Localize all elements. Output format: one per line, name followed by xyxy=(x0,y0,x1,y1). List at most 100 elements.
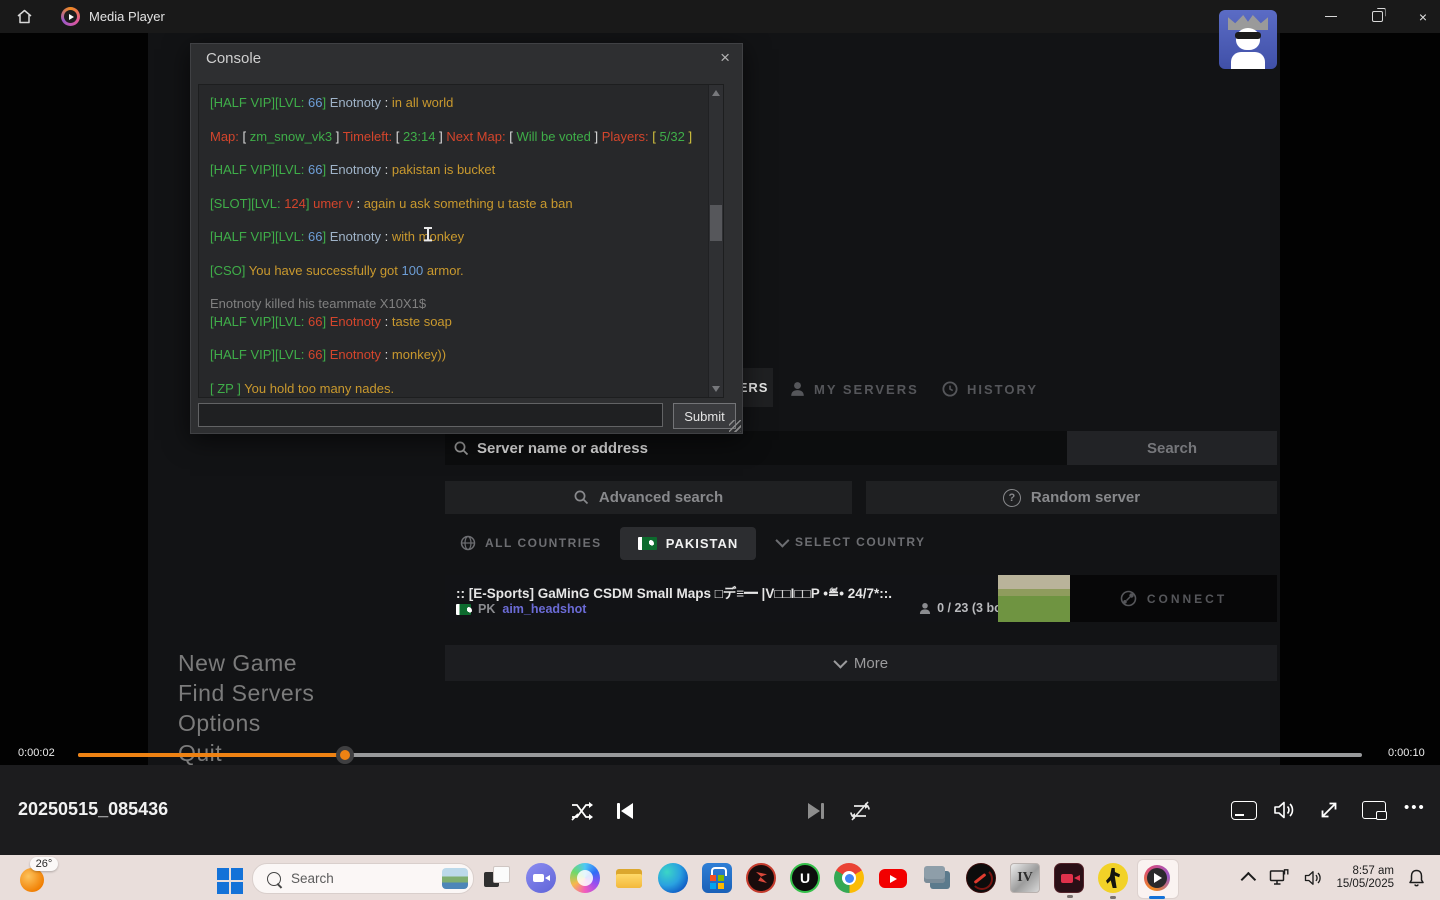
console-segment: Enotnoty xyxy=(330,229,381,244)
tab-history-label: HISTORY xyxy=(967,382,1038,397)
captions-button[interactable] xyxy=(1231,801,1257,820)
taskbar-icon-screen-recorder[interactable] xyxy=(1054,863,1084,893)
console-segment: pakistan is bucket xyxy=(392,162,495,177)
taskbar-search[interactable]: Search xyxy=(252,863,474,894)
more-button[interactable]: More xyxy=(445,645,1277,681)
server-row[interactable]: :: [E-Sports] GaMinG CSDM Small Maps □デ≡… xyxy=(445,575,1277,622)
scroll-up-icon[interactable] xyxy=(712,90,720,96)
taskbar-icon-chat[interactable] xyxy=(526,863,556,893)
weather-widget[interactable] xyxy=(20,868,44,892)
select-country-dropdown[interactable]: SELECT COUNTRY xyxy=(776,535,926,549)
select-country-label: SELECT COUNTRY xyxy=(795,535,926,549)
server-country-code: PK xyxy=(478,602,495,616)
console-output: [HALF VIP][LVL: 66] Enotnoty : in all wo… xyxy=(198,84,724,398)
console-segment: ] xyxy=(323,347,330,362)
taskbar-icon-copilot[interactable] xyxy=(570,863,600,893)
repeat-off-button[interactable] xyxy=(846,798,874,824)
console-input[interactable] xyxy=(198,403,663,427)
console-segment: 100 xyxy=(402,263,424,278)
start-button[interactable] xyxy=(217,868,243,894)
avatar-sunglasses xyxy=(1235,32,1261,39)
taskbar-icon-edge[interactable] xyxy=(658,863,688,893)
tray-volume-icon[interactable] xyxy=(1303,868,1323,888)
tab-history[interactable]: HISTORY xyxy=(942,381,1038,397)
network-icon[interactable] xyxy=(1269,868,1290,888)
steam-icon xyxy=(1120,590,1137,607)
taskbar-icon-youtube[interactable] xyxy=(878,863,908,893)
server-map-name[interactable]: aim_headshot xyxy=(502,602,586,616)
console-line: [HALF VIP][LVL: 66] Enotnoty : with monk… xyxy=(210,228,716,245)
player-home-icon[interactable] xyxy=(16,8,33,25)
all-countries-filter[interactable]: ALL COUNTRIES xyxy=(460,535,602,551)
mini-player-button[interactable] xyxy=(1362,801,1386,819)
fullscreen-button[interactable] xyxy=(1318,799,1340,821)
taskbar-icon-notes-tool[interactable] xyxy=(922,863,952,893)
next-track-button[interactable] xyxy=(803,798,829,824)
console-submit-button[interactable]: Submit xyxy=(673,403,736,429)
shuffle-off-button[interactable] xyxy=(568,798,596,824)
taskbar-icon-media-player[interactable] xyxy=(1142,863,1172,893)
console-segment: [ ZP ] xyxy=(210,381,244,396)
console-segment: 66 xyxy=(308,162,322,177)
taskbar-icon-speed-test[interactable] xyxy=(966,863,996,893)
console-segment: [HALF VIP][LVL: xyxy=(210,347,308,362)
taskbar-icon-file-explorer[interactable] xyxy=(614,863,644,893)
taskbar-icon-iobit-uninstaller[interactable]: U xyxy=(790,863,820,893)
clock-icon xyxy=(942,381,958,397)
console-segment: umer v xyxy=(313,196,353,211)
tray-date: 15/05/2025 xyxy=(1336,878,1394,891)
random-server-label: Random server xyxy=(1031,489,1140,506)
media-player-icon xyxy=(1144,865,1170,891)
search-highlight-image[interactable] xyxy=(442,868,468,889)
console-segment: ] xyxy=(323,229,330,244)
restore-button[interactable] xyxy=(1356,0,1398,33)
taskbar-icon-chrome[interactable] xyxy=(834,863,864,893)
previous-icon xyxy=(617,803,620,819)
console-segment: ] xyxy=(323,162,330,177)
console-line: [CSO] You have successfully got 100 armo… xyxy=(210,262,716,279)
minimize-button[interactable] xyxy=(1310,0,1352,33)
previous-track-button[interactable] xyxy=(612,798,638,824)
seek-handle[interactable] xyxy=(336,746,354,764)
connect-button[interactable]: CONNECT xyxy=(1070,575,1277,622)
random-server-button[interactable]: ? Random server xyxy=(866,481,1277,514)
tab-my-servers-label: MY SERVERS xyxy=(814,382,919,397)
resize-grip[interactable] xyxy=(729,420,741,432)
taskbar-icon-gta-iv[interactable]: IV xyxy=(1010,863,1040,893)
console-segment: Enotnoty xyxy=(330,95,381,110)
console-segment: [ xyxy=(243,129,250,144)
taskbar-icon-task-view[interactable] xyxy=(482,863,512,893)
volume-button[interactable] xyxy=(1272,798,1296,822)
cs-menu-item-new-game[interactable]: New Game xyxy=(178,648,314,678)
close-button[interactable]: × xyxy=(1402,0,1440,33)
console-scrollbar[interactable] xyxy=(708,85,723,397)
console-segment: [HALF VIP][LVL: xyxy=(210,314,308,329)
country-chip-pakistan[interactable]: PAKISTAN xyxy=(620,527,756,560)
clock[interactable]: 8:57 am 15/05/2025 xyxy=(1336,865,1394,891)
console-segment: taste soap xyxy=(392,314,452,329)
notifications-bell-icon[interactable] xyxy=(1407,868,1426,888)
elapsed-time: 0:00:02 xyxy=(18,747,55,759)
server-search-field[interactable]: Server name or address xyxy=(445,431,1067,465)
server-search-button[interactable]: Search xyxy=(1067,431,1277,465)
cs-menu-item-find-servers[interactable]: Find Servers xyxy=(178,678,314,708)
more-options-button[interactable]: ••• xyxy=(1404,799,1426,816)
tab-my-servers[interactable]: MY SERVERS xyxy=(790,381,919,397)
scrollbar-thumb[interactable] xyxy=(710,205,722,241)
cs-menu-item-options[interactable]: Options xyxy=(178,708,314,738)
taskbar-icon-counter-strike[interactable] xyxy=(1098,863,1128,893)
taskbar-icon-microsoft-store[interactable] xyxy=(702,863,732,893)
server-search-placeholder: Server name or address xyxy=(477,440,648,457)
pakistan-flag-icon xyxy=(638,537,657,550)
console-segment: 66 xyxy=(308,229,322,244)
tray-overflow-chevron-icon[interactable] xyxy=(1241,872,1257,888)
console-lines: [HALF VIP][LVL: 66] Enotnoty : in all wo… xyxy=(199,85,716,398)
console-segment: : xyxy=(381,314,392,329)
console-close-icon[interactable]: × xyxy=(720,48,730,68)
seek-bar[interactable] xyxy=(78,753,1362,757)
taskbar-icon-game-red[interactable] xyxy=(746,863,776,893)
chevron-down-icon xyxy=(833,655,847,669)
scroll-down-icon[interactable] xyxy=(712,386,720,392)
advanced-search-button[interactable]: Advanced search xyxy=(445,481,852,514)
profile-avatar[interactable] xyxy=(1219,10,1277,69)
